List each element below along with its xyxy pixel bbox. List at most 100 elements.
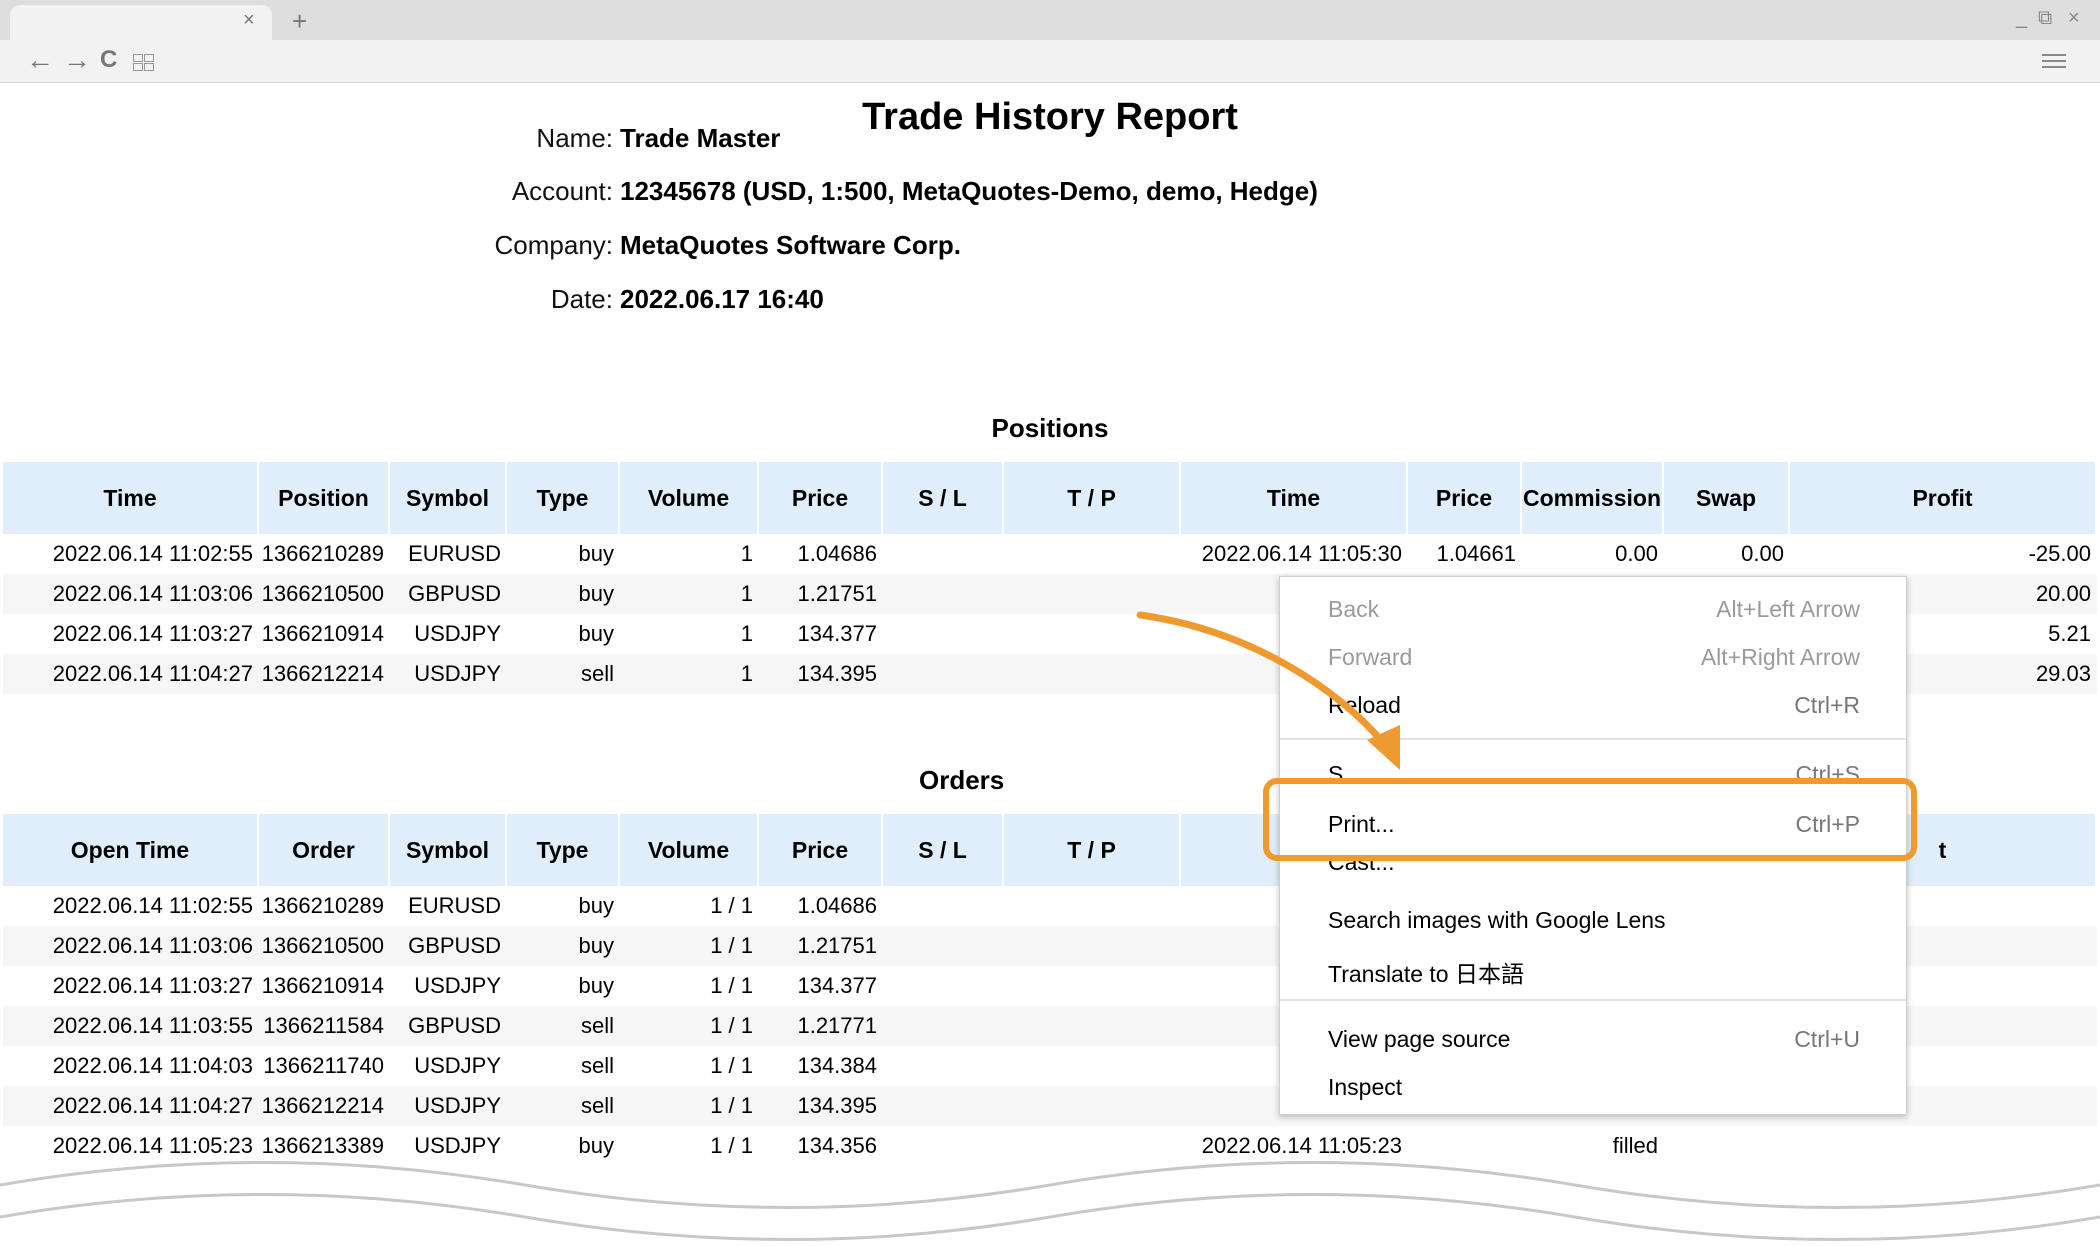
- info-label: Account:: [511, 176, 613, 206]
- browser-tab[interactable]: ×: [10, 5, 272, 40]
- ctx-inspect-label: Inspect: [1328, 1074, 1403, 1100]
- table-cell: 1.21751: [797, 581, 877, 606]
- info-value: 2022.06.17 16:40: [620, 284, 824, 314]
- column-header[interactable]: Price: [759, 462, 883, 534]
- column-header[interactable]: Time: [1181, 462, 1408, 534]
- column-header[interactable]: Type: [507, 814, 620, 886]
- table-cell: sell: [580, 1013, 614, 1038]
- column-header[interactable]: Commission: [1522, 462, 1664, 534]
- table-cell: buy: [578, 621, 614, 646]
- column-header[interactable]: Price: [759, 814, 883, 886]
- ctx-separator: [1280, 738, 1906, 740]
- column-header[interactable]: Open Time: [3, 814, 259, 886]
- ctx-forward-shortcut: Alt+Right Arrow: [1700, 644, 1860, 670]
- positions-header: Time Position Symbol Type Volume Price S / LT …: [3, 462, 2097, 534]
- table-cell: 1: [740, 661, 753, 686]
- column-header[interactable]: T / P: [1004, 462, 1181, 534]
- ctx-save[interactable]: S Ctrl+S: [1280, 751, 1906, 781]
- table-cell: [1004, 574, 1181, 614]
- column-header[interactable]: Type: [507, 462, 620, 534]
- ctx-view-source-label: View page source: [1328, 1026, 1511, 1052]
- column-header[interactable]: Time: [3, 462, 259, 534]
- reload-icon[interactable]: C: [100, 46, 117, 74]
- close-window-icon[interactable]: ×: [2068, 7, 2080, 30]
- table-cell: 1366211740: [263, 1053, 384, 1078]
- info-value: Trade Master: [620, 123, 781, 153]
- table-cell: [883, 886, 1004, 926]
- table-cell: 2022.06.14 11:03:55: [52, 1013, 253, 1038]
- table-cell: 1.04686: [797, 893, 877, 918]
- ctx-reload[interactable]: Reload Ctrl+R: [1280, 682, 1906, 730]
- table-cell: 1 / 1: [710, 1093, 753, 1118]
- table-cell: 1366211584: [263, 1013, 384, 1038]
- table-cell: 1366210914: [261, 621, 384, 646]
- orders-title: Orders: [919, 765, 1005, 795]
- column-header[interactable]: Volume: [620, 462, 759, 534]
- forward-arrow-icon[interactable]: →: [63, 46, 91, 74]
- table-cell: USDJPY: [414, 1093, 501, 1118]
- table-cell: buy: [578, 933, 614, 958]
- table-cell: sell: [580, 1093, 614, 1118]
- ctx-back[interactable]: Back Alt+Left Arrow: [1280, 586, 1906, 634]
- table-cell: 1: [740, 541, 753, 566]
- restore-icon[interactable]: ⧉: [2038, 7, 2052, 30]
- ctx-view-source[interactable]: View page source Ctrl+U: [1280, 1016, 1906, 1064]
- table-cell: 1: [740, 621, 753, 646]
- table-cell: 2022.06.14 11:03:06: [52, 933, 253, 958]
- table-cell: GBPUSD: [408, 933, 501, 958]
- table-cell: EURUSD: [408, 541, 501, 566]
- ctx-forward[interactable]: Forward Alt+Right Arrow: [1280, 634, 1906, 682]
- table-cell: [1004, 654, 1181, 694]
- ctx-cast[interactable]: Cast...: [1280, 861, 1906, 883]
- table-cell: buy: [578, 893, 614, 918]
- apps-grid-icon[interactable]: [133, 54, 154, 71]
- column-header[interactable]: S / L: [883, 462, 1004, 534]
- table-cell: 134.384: [797, 1053, 877, 1078]
- column-header[interactable]: Price: [1408, 462, 1522, 534]
- column-header[interactable]: Position: [259, 462, 390, 534]
- column-header[interactable]: T / P: [1004, 814, 1181, 886]
- ctx-view-source-shortcut: Ctrl+U: [1794, 1026, 1860, 1052]
- table-cell: 2022.06.14 11:03:27: [52, 973, 253, 998]
- table-cell: 1366212214: [261, 1093, 384, 1118]
- ctx-translate-label: Translate to 日本語: [1328, 961, 1524, 987]
- table-cell: GBPUSD: [408, 581, 501, 606]
- minimize-icon[interactable]: _: [2016, 7, 2027, 30]
- table-cell: 134.395: [797, 661, 877, 686]
- column-header[interactable]: Volume: [620, 814, 759, 886]
- ctx-google-lens[interactable]: Search images with Google Lens: [1280, 897, 1906, 945]
- table-cell: 134.395: [797, 1093, 877, 1118]
- table-cell: 134.377: [797, 973, 877, 998]
- ctx-inspect[interactable]: Inspect: [1280, 1064, 1906, 1112]
- column-header[interactable]: Swap: [1664, 462, 1790, 534]
- info-row: Account: 12345678 (USD, 1:500, MetaQuotes…: [0, 176, 1318, 216]
- table-cell: 2022.06.14 11:04:27: [52, 661, 253, 686]
- table-cell: [883, 1006, 1004, 1046]
- table-cell: EURUSD: [408, 893, 501, 918]
- ctx-separator: [1280, 999, 1906, 1001]
- table-cell: 1 / 1: [710, 973, 753, 998]
- table-cell: buy: [578, 581, 614, 606]
- table-cell: [1004, 534, 1181, 574]
- table-cell: [883, 1046, 1004, 1086]
- hamburger-menu-icon[interactable]: [2042, 50, 2066, 72]
- column-header[interactable]: Order: [259, 814, 390, 886]
- column-header[interactable]: S / L: [883, 814, 1004, 886]
- ctx-translate[interactable]: Translate to 日本語: [1280, 945, 1906, 993]
- info-row: Date: 2022.06.17 16:40: [0, 284, 1200, 324]
- positions-title: Positions: [991, 413, 1109, 443]
- print-highlight-box: [1263, 778, 1917, 861]
- column-header[interactable]: Symbol: [390, 462, 507, 534]
- column-header[interactable]: Profit: [1790, 462, 2097, 534]
- tab-close-icon[interactable]: ×: [243, 9, 255, 32]
- new-tab-icon[interactable]: +: [292, 6, 307, 37]
- info-label: Company:: [494, 230, 614, 260]
- table-cell: [1004, 926, 1181, 966]
- back-arrow-icon[interactable]: ←: [26, 46, 54, 74]
- table-cell: [883, 614, 1004, 654]
- info-value: MetaQuotes Software Corp.: [620, 230, 961, 260]
- info-value: 12345678 (USD, 1:500, MetaQuotes-Demo, d…: [620, 176, 1318, 206]
- table-cell: USDJPY: [414, 621, 501, 646]
- column-header[interactable]: Symbol: [390, 814, 507, 886]
- ctx-reload-shortcut: Ctrl+R: [1794, 692, 1860, 718]
